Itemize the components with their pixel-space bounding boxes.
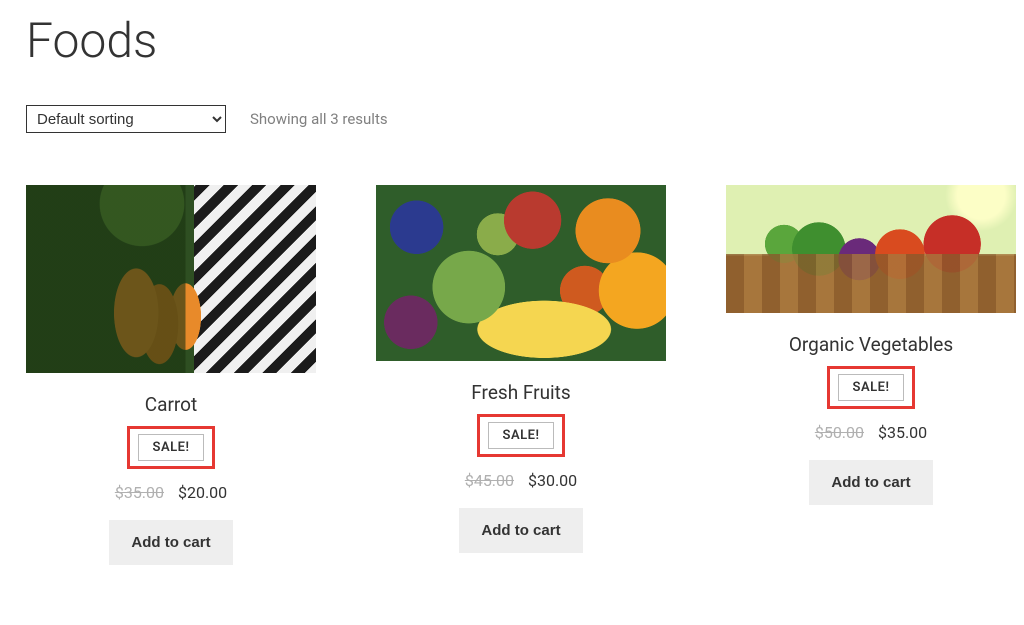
old-price: $50.00: [815, 423, 864, 442]
result-count: Showing all 3 results: [250, 110, 388, 128]
sale-badge: SALE!: [488, 422, 555, 449]
sale-highlight: SALE!: [127, 426, 216, 469]
old-price: $45.00: [465, 471, 514, 490]
sale-badge: SALE!: [138, 434, 205, 461]
new-price: $35.00: [878, 423, 927, 442]
add-to-cart-button[interactable]: Add to cart: [809, 460, 932, 505]
price: $35.00 $20.00: [115, 483, 227, 502]
sale-highlight: SALE!: [477, 414, 566, 457]
product-card: Fresh Fruits SALE! $45.00 $30.00 Add to …: [376, 185, 666, 553]
add-to-cart-button[interactable]: Add to cart: [109, 520, 232, 565]
sort-select[interactable]: Default sorting: [26, 105, 226, 133]
add-to-cart-button[interactable]: Add to cart: [459, 508, 582, 553]
sale-badge: SALE!: [838, 374, 905, 401]
new-price: $20.00: [178, 483, 227, 502]
page-title: Foods: [26, 12, 998, 69]
new-price: $30.00: [528, 471, 577, 490]
product-image[interactable]: [26, 185, 316, 373]
product-image[interactable]: [726, 185, 1016, 313]
catalog-toolbar: Default sorting Showing all 3 results: [26, 105, 998, 133]
product-name[interactable]: Fresh Fruits: [471, 381, 570, 404]
product-name[interactable]: Organic Vegetables: [789, 333, 953, 356]
product-card: Organic Vegetables SALE! $50.00 $35.00 A…: [726, 185, 1016, 505]
price: $50.00 $35.00: [815, 423, 927, 442]
old-price: $35.00: [115, 483, 164, 502]
sale-highlight: SALE!: [827, 366, 916, 409]
product-image[interactable]: [376, 185, 666, 361]
product-name[interactable]: Carrot: [145, 393, 197, 416]
product-grid: Carrot SALE! $35.00 $20.00 Add to cart F…: [26, 185, 998, 565]
price: $45.00 $30.00: [465, 471, 577, 490]
product-card: Carrot SALE! $35.00 $20.00 Add to cart: [26, 185, 316, 565]
